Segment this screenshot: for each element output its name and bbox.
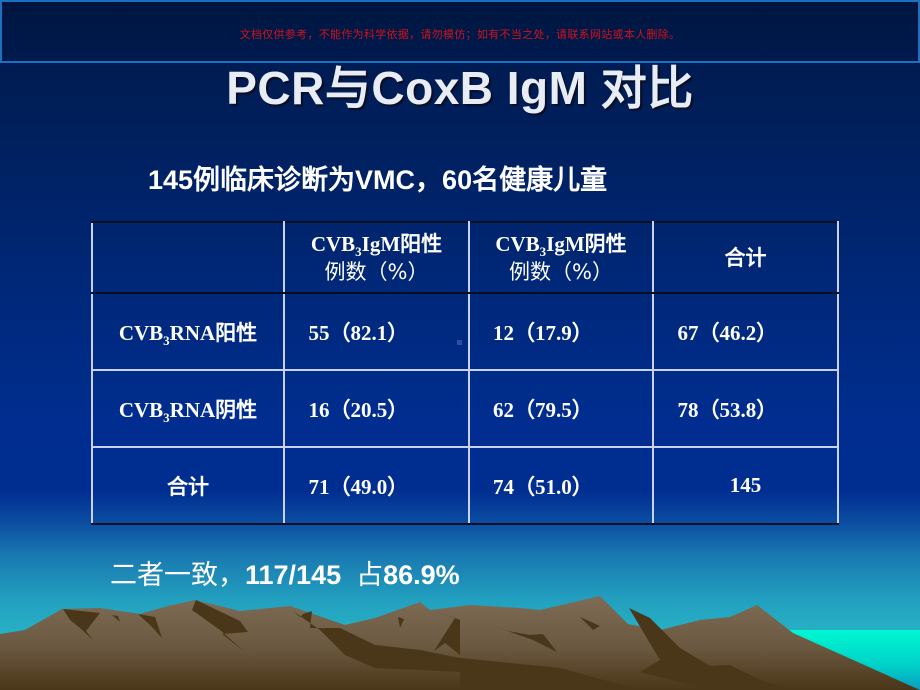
mountain-landscape (0, 596, 920, 690)
